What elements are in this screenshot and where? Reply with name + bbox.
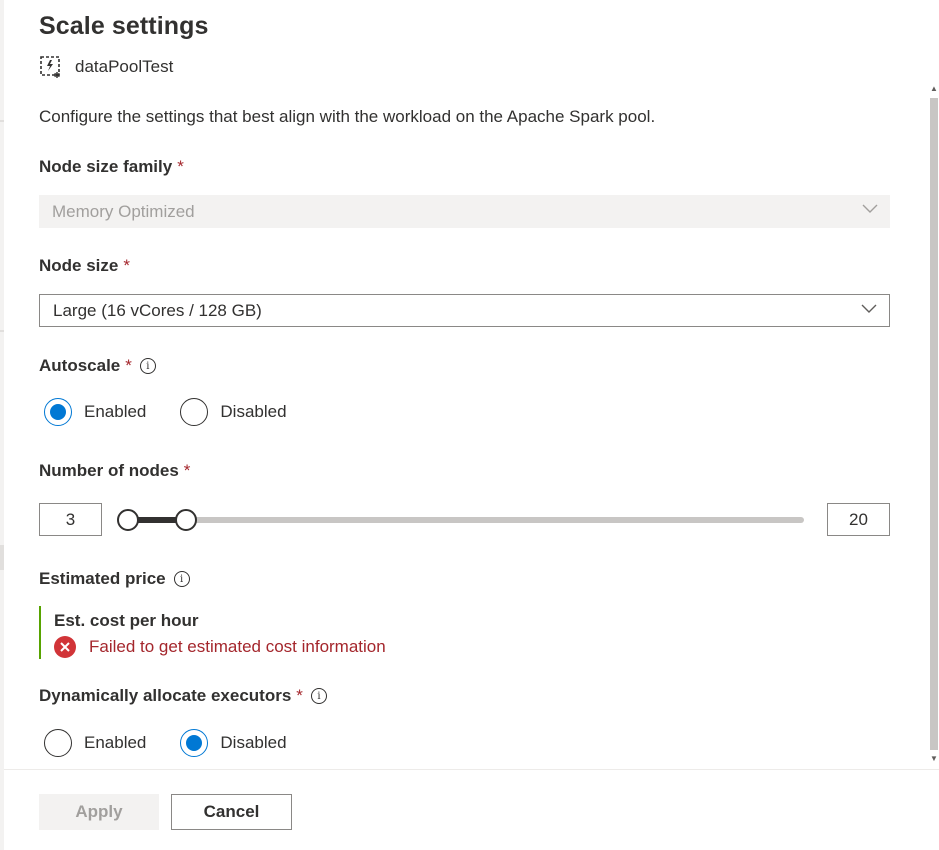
required-mark: * bbox=[123, 256, 130, 275]
node-size-family-label: Node size family * bbox=[39, 157, 184, 177]
error-text: Failed to get estimated cost information bbox=[89, 637, 386, 656]
footer-divider bbox=[4, 769, 939, 770]
node-size-label-text: Node size bbox=[39, 256, 119, 275]
required-mark: * bbox=[296, 686, 303, 705]
apply-button[interactable]: Apply bbox=[39, 794, 159, 830]
info-icon[interactable]: i bbox=[139, 358, 156, 374]
slider-rail bbox=[124, 517, 804, 523]
autoscale-radio-group: Enabled Disabled bbox=[44, 398, 321, 426]
radio-checked-icon[interactable] bbox=[44, 398, 72, 426]
panel-title: Scale settings bbox=[39, 12, 209, 40]
cost-error-message: Failed to get estimated cost information bbox=[54, 636, 539, 658]
number-of-nodes-label-text: Number of nodes bbox=[39, 461, 179, 480]
chevron-down-icon bbox=[862, 204, 878, 213]
number-of-nodes-label: Number of nodes * bbox=[39, 461, 190, 481]
dynamic-executors-radio-group: Enabled Disabled bbox=[44, 729, 321, 757]
node-size-family-value: Memory Optimized bbox=[52, 201, 195, 221]
slider-max-thumb[interactable] bbox=[175, 509, 197, 531]
info-icon[interactable]: i bbox=[310, 688, 327, 704]
cancel-button[interactable]: Cancel bbox=[171, 794, 292, 830]
autoscale-disabled-radio[interactable]: Disabled bbox=[180, 398, 287, 426]
dynamic-executors-label: Dynamically allocate executors * i bbox=[39, 686, 327, 706]
scroll-up-icon[interactable]: ▲ bbox=[930, 84, 938, 94]
radio-label: Enabled bbox=[84, 402, 147, 421]
vertical-scrollbar[interactable]: ▲ ▼ bbox=[929, 80, 939, 768]
chevron-down-icon bbox=[861, 304, 877, 313]
estimated-price-label-text: Estimated price bbox=[39, 569, 166, 588]
autoscale-label-text: Autoscale bbox=[39, 356, 121, 375]
node-size-family-label-text: Node size family bbox=[39, 157, 173, 176]
panel-description: Configure the settings that best align w… bbox=[39, 107, 656, 126]
info-icon[interactable]: i bbox=[173, 571, 190, 587]
cost-title: Est. cost per hour bbox=[54, 611, 199, 630]
radio-label: Enabled bbox=[84, 733, 147, 752]
required-mark: * bbox=[177, 157, 184, 176]
radio-label: Disabled bbox=[220, 733, 287, 752]
radio-checked-icon[interactable] bbox=[180, 729, 209, 757]
scroll-down-icon[interactable]: ▼ bbox=[930, 754, 938, 764]
dynamic-executors-label-text: Dynamically allocate executors bbox=[39, 686, 292, 705]
radio-label: Disabled bbox=[220, 402, 287, 421]
node-size-value: Large (16 vCores / 128 GB) bbox=[53, 300, 262, 320]
radio-unchecked-icon[interactable] bbox=[180, 398, 209, 426]
spark-pool-icon bbox=[40, 56, 60, 78]
max-nodes-input[interactable]: 20 bbox=[827, 503, 890, 536]
pool-name: dataPoolTest bbox=[75, 57, 174, 76]
required-mark: * bbox=[183, 461, 191, 480]
scrollbar-thumb[interactable] bbox=[930, 98, 938, 750]
error-icon bbox=[54, 636, 76, 658]
node-size-family-dropdown: Memory Optimized bbox=[39, 195, 890, 228]
min-nodes-input[interactable]: 3 bbox=[39, 503, 102, 536]
autoscale-enabled-radio[interactable]: Enabled bbox=[44, 398, 146, 426]
slider-min-thumb[interactable] bbox=[117, 509, 139, 531]
node-size-label: Node size * bbox=[39, 256, 130, 276]
scale-settings-panel: Scale settings dataPoolTest ▲ ▼ Configur… bbox=[4, 0, 939, 850]
node-size-dropdown[interactable]: Large (16 vCores / 128 GB) bbox=[39, 294, 890, 327]
estimated-price-label: Estimated price i bbox=[39, 569, 190, 589]
dynamic-executors-disabled-radio[interactable]: Disabled bbox=[180, 729, 287, 757]
cost-estimate-block: Est. cost per hour Failed to get estimat… bbox=[39, 606, 539, 659]
required-mark: * bbox=[125, 356, 132, 375]
pool-name-row: dataPoolTest bbox=[39, 55, 173, 79]
autoscale-label: Autoscale * i bbox=[39, 356, 156, 376]
nodes-range-slider[interactable] bbox=[114, 505, 804, 535]
dynamic-executors-enabled-radio[interactable]: Enabled bbox=[44, 729, 146, 757]
radio-unchecked-icon[interactable] bbox=[44, 729, 72, 757]
